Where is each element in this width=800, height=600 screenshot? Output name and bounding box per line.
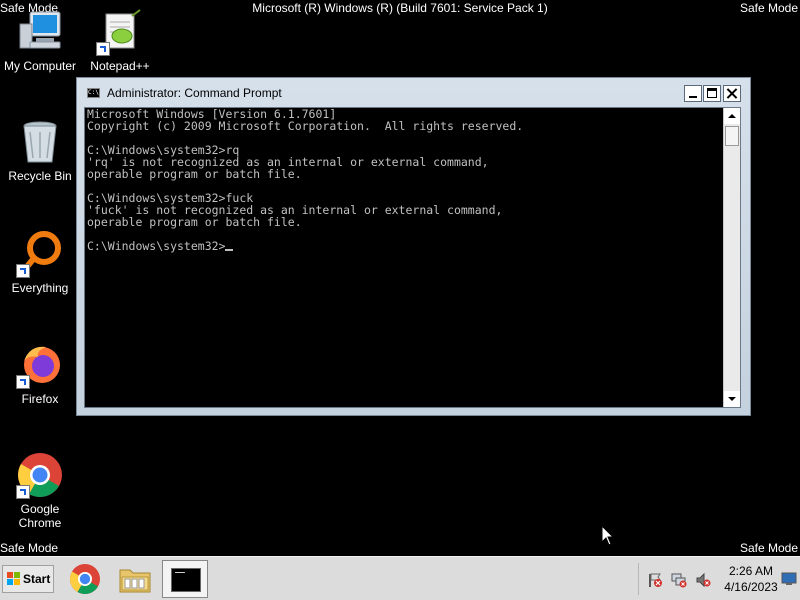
- computer-icon: [16, 8, 64, 56]
- action-center-flag-icon[interactable]: [647, 572, 663, 588]
- console-area[interactable]: Microsoft Windows [Version 6.1.7601] Copy…: [84, 107, 741, 408]
- window-titlebar[interactable]: C:\_ Administrator: Command Prompt: [77, 78, 750, 106]
- start-label: Start: [23, 572, 51, 586]
- safe-mode-label-bottom-right: Safe Mode: [739, 541, 798, 555]
- desktop: Safe Mode Microsoft (R) Windows (R) (Bui…: [0, 0, 800, 600]
- scroll-thumb[interactable]: [725, 126, 739, 146]
- start-button[interactable]: Start: [2, 565, 54, 593]
- folder-icon: [119, 569, 151, 593]
- console-line: operable program or batch file.: [87, 167, 302, 181]
- notepad-plus-plus-icon: [96, 8, 144, 56]
- console-line: Copyright (c) 2009 Microsoft Corporation…: [87, 119, 524, 133]
- safe-mode-label-bottom-left: Safe Mode: [0, 541, 59, 555]
- desktop-icon-everything[interactable]: Everything: [0, 230, 80, 295]
- desktop-icon-label: Everything: [11, 281, 69, 295]
- desktop-icon-label: Firefox: [21, 392, 59, 406]
- command-prompt-icon: [171, 568, 201, 592]
- maximize-button[interactable]: [703, 85, 721, 102]
- desktop-icon-firefox[interactable]: Firefox: [0, 341, 80, 406]
- shortcut-arrow-icon: [16, 485, 30, 499]
- minimize-button[interactable]: [684, 85, 702, 102]
- shortcut-arrow-icon: [16, 264, 30, 278]
- text-cursor: [225, 249, 234, 251]
- desktop-icon-recycle-bin[interactable]: Recycle Bin: [0, 118, 80, 183]
- mouse-pointer-icon: [601, 524, 615, 547]
- desktop-icon-google-chrome[interactable]: Google Chrome: [0, 451, 80, 530]
- firefox-icon: [16, 341, 64, 389]
- chrome-icon: [69, 564, 100, 595]
- desktop-icon-notepad-plus-plus[interactable]: Notepad++: [80, 8, 160, 73]
- console-prompt: C:\Windows\system32>: [87, 239, 226, 253]
- everything-search-icon: [16, 230, 64, 278]
- shortcut-arrow-icon: [16, 375, 30, 389]
- close-button[interactable]: [723, 85, 741, 102]
- windows-flag-icon: [7, 572, 20, 585]
- console-prompt-line[interactable]: C:\Windows\system32>: [87, 240, 722, 252]
- command-prompt-icon[interactable]: C:\_: [87, 88, 100, 98]
- console-line: operable program or batch file.: [87, 215, 302, 229]
- show-desktop-icon[interactable]: [781, 572, 797, 586]
- scroll-up-button[interactable]: [724, 108, 740, 124]
- system-tray: 2:26 AM 4/16/2023: [638, 563, 800, 595]
- scroll-down-button[interactable]: [724, 391, 740, 407]
- recycle-bin-icon: [16, 118, 64, 166]
- network-icon[interactable]: [671, 572, 687, 588]
- vertical-scrollbar[interactable]: [723, 108, 740, 407]
- command-prompt-window[interactable]: C:\_ Administrator: Command Prompt Micro…: [76, 77, 751, 416]
- console-output[interactable]: Microsoft Windows [Version 6.1.7601] Copy…: [87, 108, 722, 252]
- desktop-icon-label: Notepad++: [90, 59, 150, 73]
- taskbar-explorer-button[interactable]: [112, 560, 158, 598]
- safe-mode-label-top-right: Safe Mode: [739, 1, 798, 15]
- taskbar-clock[interactable]: 2:26 AM 4/16/2023: [721, 563, 781, 595]
- clock-time: 2:26 AM: [728, 564, 774, 578]
- shortcut-arrow-icon: [96, 42, 110, 56]
- desktop-icon-my-computer[interactable]: My Computer: [0, 8, 80, 73]
- volume-muted-icon[interactable]: [695, 572, 711, 588]
- desktop-icon-label: Recycle Bin: [8, 169, 72, 183]
- chrome-icon: [16, 451, 64, 499]
- taskbar: Start 2:26 AM 4/16/2023: [0, 556, 800, 600]
- desktop-icon-label: Google Chrome: [18, 502, 62, 530]
- taskbar-command-prompt-button[interactable]: [162, 560, 208, 598]
- clock-date: 4/16/2023: [724, 580, 778, 594]
- taskbar-chrome-button[interactable]: [62, 560, 108, 598]
- window-title: Administrator: Command Prompt: [107, 86, 282, 100]
- desktop-icon-label: My Computer: [3, 59, 77, 73]
